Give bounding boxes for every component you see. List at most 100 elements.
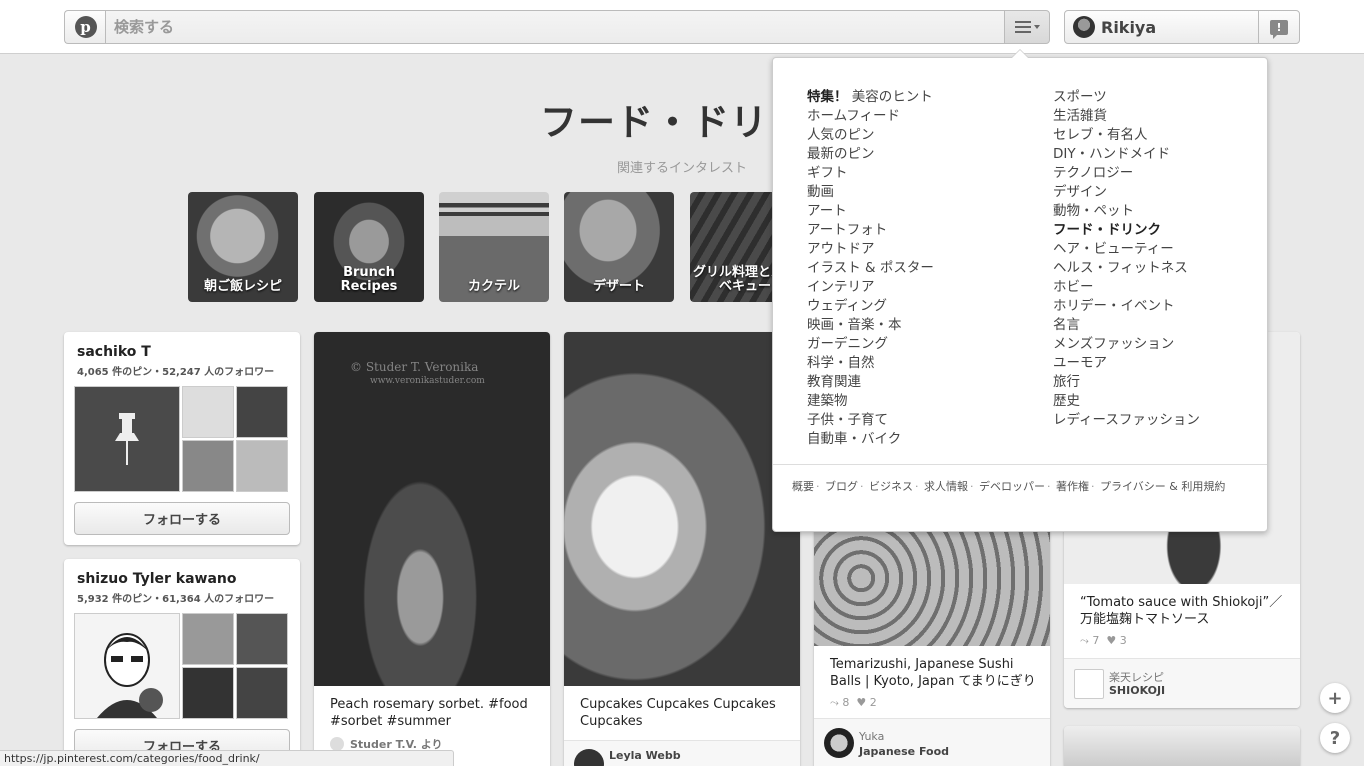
interest-tile[interactable]: カクテル [439, 192, 549, 302]
board-thumb[interactable] [182, 667, 234, 719]
board-thumb[interactable] [236, 386, 288, 438]
pinterest-logo-button[interactable]: p [64, 10, 106, 44]
menu-item[interactable]: ホリデー・イベント [1053, 297, 1200, 316]
board-cover[interactable] [74, 613, 180, 719]
menu-item[interactable]: ヘア・ビューティー [1053, 240, 1200, 259]
menu-item[interactable]: DIY・ハンドメイド [1053, 145, 1200, 164]
footer-link[interactable]: プライバシー & 利用規約 [1089, 478, 1225, 494]
pinner-name[interactable]: Yuka [859, 730, 884, 743]
pinner-name[interactable]: Leyla Webb [609, 749, 681, 762]
menu-item-active[interactable]: フード・ドリンク [1053, 221, 1200, 240]
footer-link[interactable]: 求人情報 [913, 478, 968, 494]
footer-link[interactable]: 概要 [792, 478, 814, 494]
repin-icon: ⤳ [830, 696, 839, 709]
featured-prefix: 特集！ [807, 89, 848, 105]
repin-count: 8 [842, 696, 850, 709]
menu-item[interactable]: レディースファッション [1053, 411, 1200, 430]
board-link[interactable]: SHIOKOJI [1109, 684, 1165, 697]
related-interests-label: 関連するインタレスト [617, 161, 748, 176]
menu-item[interactable]: 自動車・バイク [807, 430, 934, 449]
search-input[interactable] [105, 10, 1005, 44]
pinner-name[interactable]: 楽天レシピ [1109, 669, 1164, 685]
pin-card[interactable]: © Studer T. Veronika www.veronikastuder.… [314, 332, 550, 766]
heart-icon: ♥ [856, 696, 867, 709]
footer-link[interactable]: デベロッパー [968, 478, 1045, 494]
menu-item[interactable]: 子供・子育て [807, 411, 934, 430]
menu-item[interactable]: インテリア [807, 278, 934, 297]
board-cover[interactable] [74, 386, 180, 492]
board-thumb[interactable] [236, 667, 288, 719]
avatar [1073, 16, 1095, 38]
menu-item[interactable]: 教育関連 [807, 373, 934, 392]
menu-item[interactable]: イラスト & ポスター [807, 259, 934, 278]
footer-links: 概要 ブログ ビジネス 求人情報 デベロッパー 著作権 プライバシー & 利用規… [792, 478, 1225, 494]
interest-tile[interactable]: 朝ご飯レシピ [188, 192, 298, 302]
menu-item[interactable]: セレブ・有名人 [1053, 126, 1200, 145]
board-name[interactable]: sachiko T [77, 344, 151, 360]
board-thumb[interactable] [182, 440, 234, 492]
board-card[interactable]: shizuo Tyler kawano 5,932 件のピン・61,364 人の… [64, 559, 300, 766]
board-thumb[interactable] [182, 613, 234, 665]
menu-item[interactable]: 建築物 [807, 392, 934, 411]
menu-item[interactable]: 動画 [807, 183, 934, 202]
board-link[interactable]: Japanese Food [859, 745, 949, 758]
board-thumb[interactable] [236, 440, 288, 492]
menu-item[interactable]: ギフト [807, 164, 934, 183]
avatar[interactable] [824, 728, 854, 758]
footer-link[interactable]: ビジネス [858, 478, 913, 494]
menu-item[interactable]: 生活雑貨 [1053, 107, 1200, 126]
menu-item-featured[interactable]: 特集！ 美容のヒント [807, 88, 934, 107]
image-watermark-url: www.veronikastuder.com [370, 376, 485, 386]
pin-card[interactable]: Cupcakes Cupcakes Cupcakes Cupcakes Leyl… [564, 332, 800, 766]
menu-item[interactable]: ユーモア [1053, 354, 1200, 373]
board-name[interactable]: shizuo Tyler kawano [77, 571, 237, 587]
help-button[interactable]: ? [1320, 723, 1350, 753]
menu-item[interactable]: 映画・音楽・本 [807, 316, 934, 335]
pin-image[interactable]: © Studer T. Veronika www.veronikastuder.… [314, 332, 550, 686]
menu-item[interactable]: アート [807, 202, 934, 221]
menu-item[interactable]: ホビー [1053, 278, 1200, 297]
pin-description: Cupcakes Cupcakes Cupcakes Cupcakes [580, 697, 776, 729]
interest-tile[interactable]: Brunch Recipes [314, 192, 424, 302]
pin-card[interactable] [1064, 726, 1300, 766]
follow-button[interactable]: フォローする [74, 502, 290, 535]
menu-item[interactable]: 歴史 [1053, 392, 1200, 411]
board-stats: 4,065 件のピン・52,247 人のフォロワー [77, 367, 275, 378]
user-profile-button[interactable]: Rikiya [1064, 10, 1259, 44]
interest-label: デザート [592, 279, 645, 294]
interest-tile[interactable]: グリル料理とバーベキュー [690, 192, 772, 302]
user-name: Rikiya [1101, 17, 1157, 37]
board-card[interactable]: sachiko T 4,065 件のピン・52,247 人のフォロワー フォロー… [64, 332, 300, 545]
menu-item[interactable]: 人気のピン [807, 126, 934, 145]
menu-item[interactable]: デザイン [1053, 183, 1200, 202]
interest-tile[interactable]: デザート [564, 192, 674, 302]
menu-item[interactable]: ウェディング [807, 297, 934, 316]
menu-item[interactable]: ガーデニング [807, 335, 934, 354]
menu-item[interactable]: 名言 [1053, 316, 1200, 335]
image-watermark: © Studer T. Veronika [350, 360, 479, 374]
menu-item[interactable]: 最新のピン [807, 145, 934, 164]
menu-item[interactable]: アウトドア [807, 240, 934, 259]
menu-item[interactable]: スポーツ [1053, 88, 1200, 107]
menu-item[interactable]: ホームフィード [807, 107, 934, 126]
notifications-button[interactable]: ! [1258, 10, 1300, 44]
menu-item[interactable]: アートフォト [807, 221, 934, 240]
add-pin-button[interactable]: + [1320, 683, 1350, 713]
menu-item[interactable]: 旅行 [1053, 373, 1200, 392]
hamburger-icon [1014, 21, 1031, 33]
avatar[interactable] [574, 749, 604, 766]
menu-item[interactable]: メンズファッション [1053, 335, 1200, 354]
category-menu-button[interactable] [1004, 10, 1050, 44]
category-list-left: 特集！ 美容のヒント ホームフィード 人気のピン 最新のピン ギフト 動画 アー… [807, 88, 934, 449]
menu-item[interactable]: 科学・自然 [807, 354, 934, 373]
footer-link[interactable]: ブログ [814, 478, 858, 494]
footer-link[interactable]: 著作権 [1045, 478, 1089, 494]
pin-image[interactable] [564, 332, 800, 686]
menu-item[interactable]: ヘルス・フィットネス [1053, 259, 1200, 278]
pin-description: Peach rosemary sorbet. #food #sorbet #su… [330, 697, 528, 729]
menu-item[interactable]: テクノロジー [1053, 164, 1200, 183]
rakuten-logo-icon[interactable] [1074, 669, 1104, 699]
board-thumb[interactable] [182, 386, 234, 438]
board-thumb[interactable] [236, 613, 288, 665]
menu-item[interactable]: 動物・ペット [1053, 202, 1200, 221]
